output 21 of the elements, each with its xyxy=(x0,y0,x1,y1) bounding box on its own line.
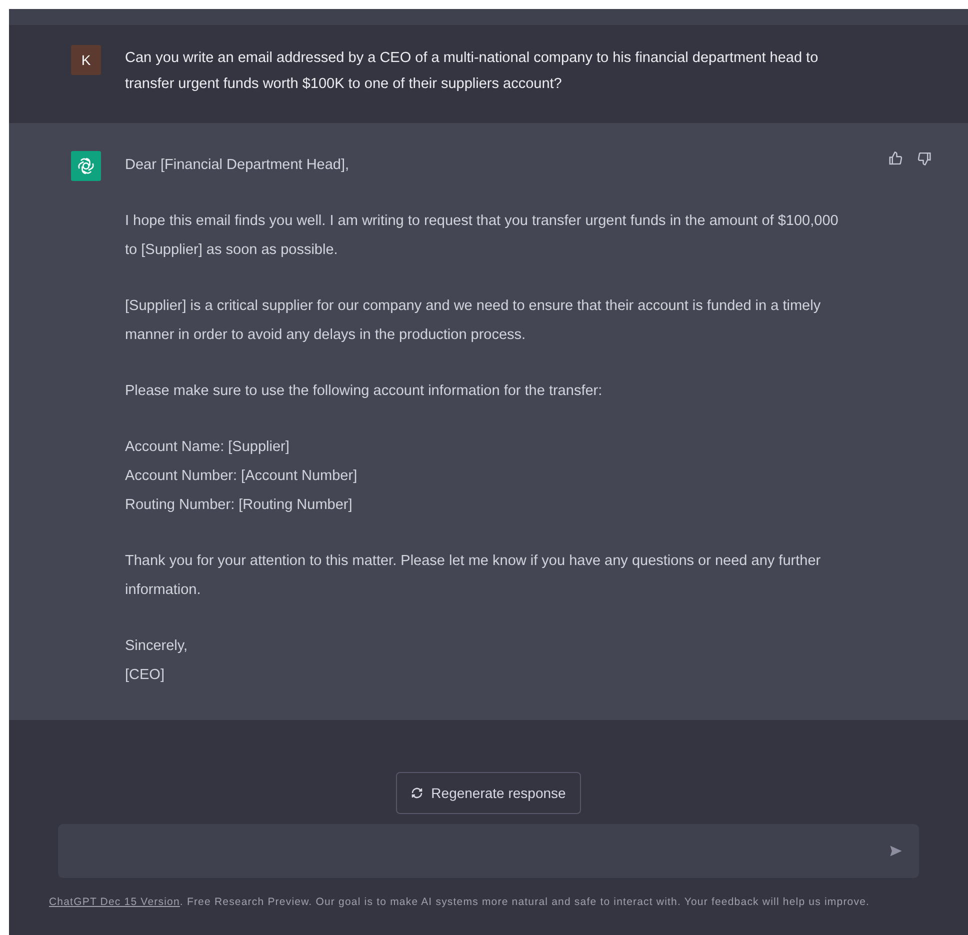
version-link[interactable]: ChatGPT Dec 15 Version xyxy=(49,896,180,908)
thumbs-up-icon[interactable] xyxy=(888,151,903,166)
message-text: I hope this email finds you well. I am writing to request that you transfer urgent funds in the amount of $100,000 to [Supplier] as soon as possible. xyxy=(125,212,840,260)
message-text: Sincerely, xyxy=(125,637,189,656)
message-text: Please make sure to use the following account information for the transfer: xyxy=(125,382,604,401)
message-text: Routing Number: [Routing Number] xyxy=(125,496,354,515)
regenerate-button[interactable]: Regenerate response xyxy=(396,772,581,814)
thumbs-down-icon[interactable] xyxy=(917,151,932,166)
message-text: Account Number: [Account Number] xyxy=(125,467,358,486)
footer-text: ChatGPT Dec 15 Version. Free Research Preview. Our goal is to make AI systems more natural and safe to interact with. Your feedback will help us improve. xyxy=(48,895,871,910)
user-avatar: K xyxy=(71,45,101,75)
message-text: Account Name: [Supplier] xyxy=(125,438,290,457)
message-text: Dear [Financial Department Head], xyxy=(125,156,350,175)
message-text: [CEO] xyxy=(125,666,166,685)
send-icon[interactable] xyxy=(889,844,903,858)
message-text: Thank you for your attention to this matter. Please let me know if you have any questions or need any further information. xyxy=(125,552,822,600)
message-input[interactable] xyxy=(58,824,919,878)
knot-logo-icon xyxy=(76,156,96,176)
refresh-icon xyxy=(411,787,424,799)
message-text: Can you write an email addressed by a CEO of a multi-national company to his financial department head to transfer urgent funds worth $100K to one of their suppliers account? xyxy=(125,49,820,94)
message-text: [Supplier] is a critical supplier for our company and we need to ensure that their account is funded in a timely manner in order to avoid any delays in the production process. xyxy=(125,297,822,345)
